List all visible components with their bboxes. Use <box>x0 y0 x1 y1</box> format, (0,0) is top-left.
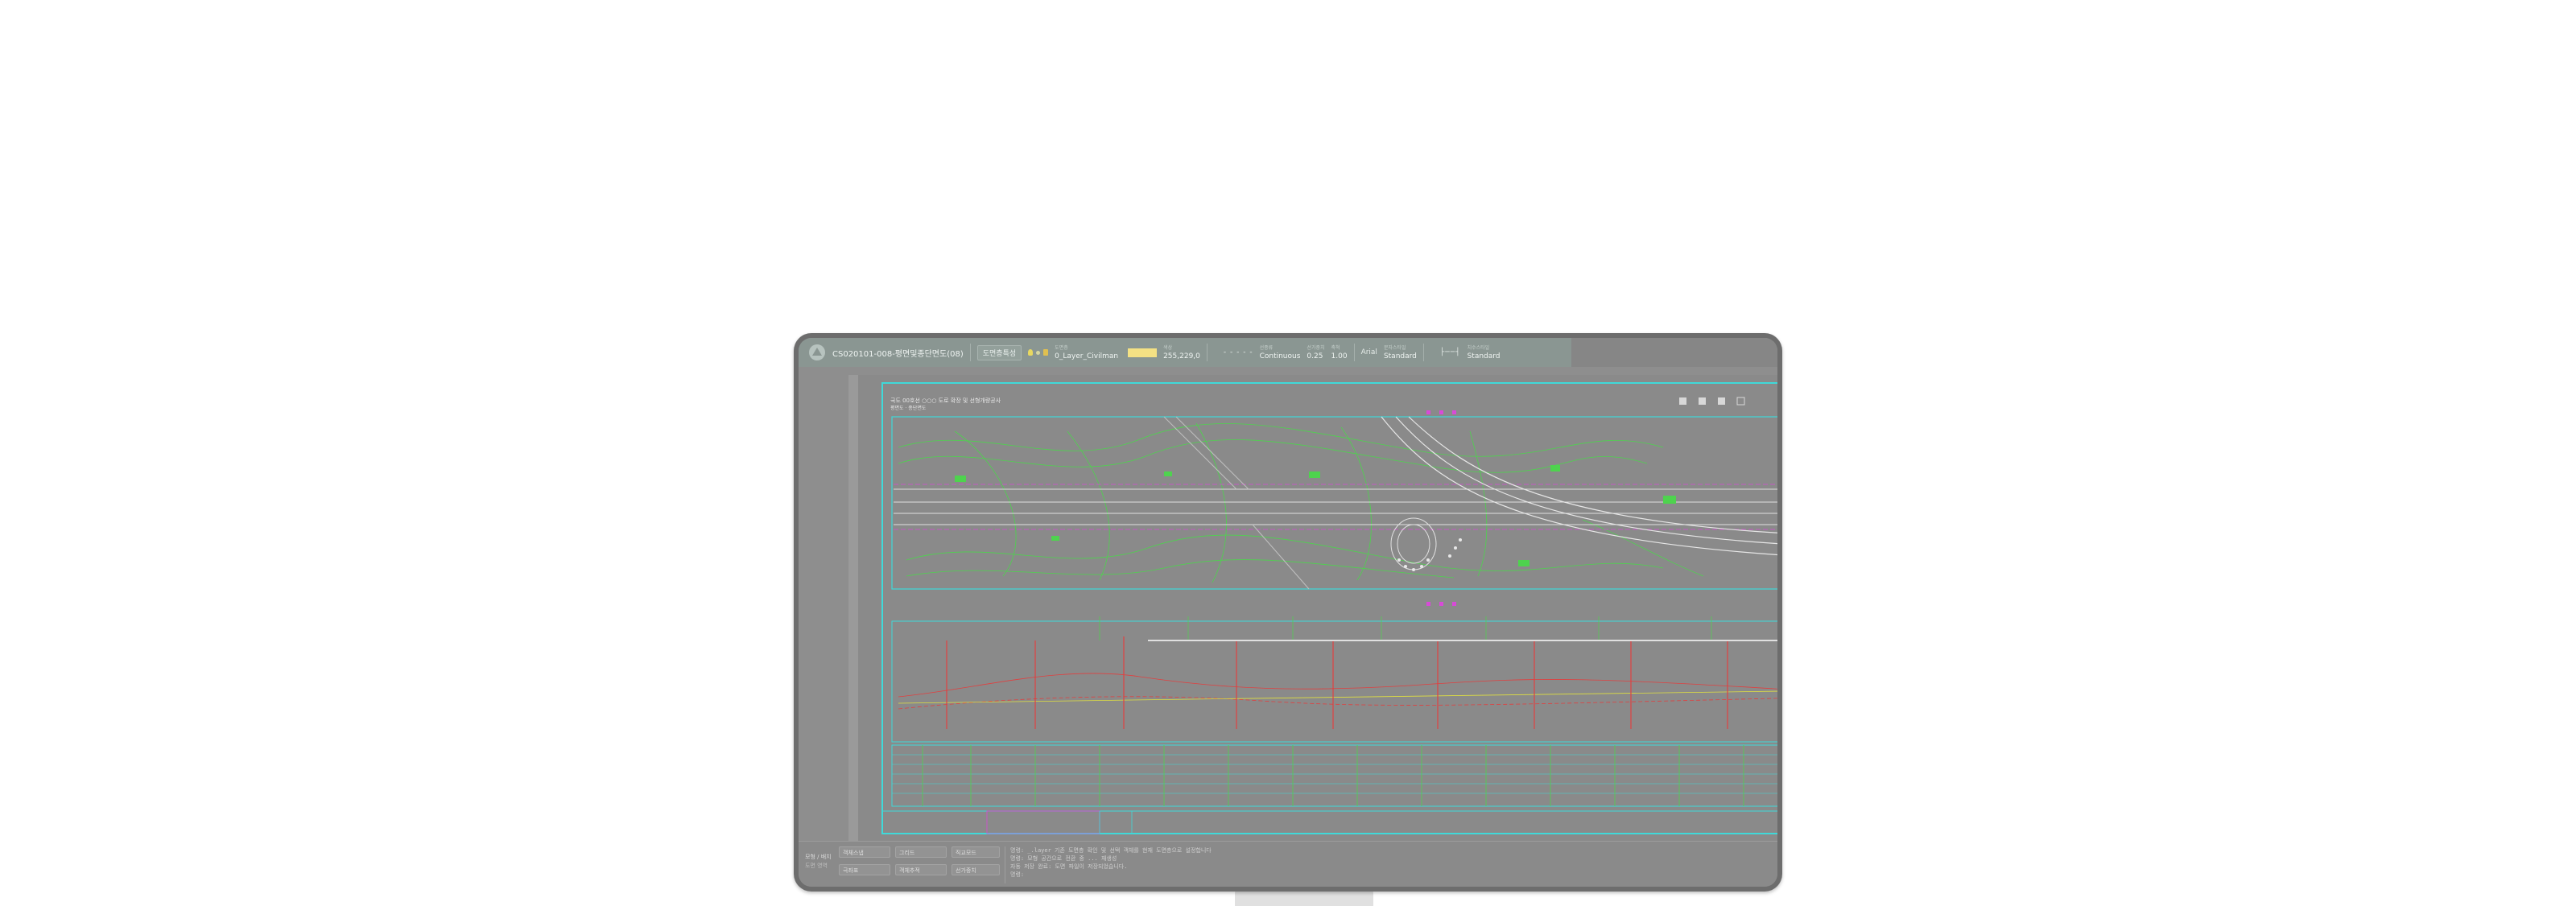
data-table-rows <box>892 754 1777 794</box>
contour-lines <box>898 422 1704 583</box>
lineweight-value: 0.25 <box>1307 352 1323 360</box>
text-style-caption: 문자스타일 <box>1383 345 1406 351</box>
command-history-line: 자동 저장 완료: 도면 파일이 저장되었습니다. <box>1010 863 1128 870</box>
profile-view-frame <box>891 620 1777 743</box>
divider <box>1206 344 1208 361</box>
dim-style-dropdown[interactable]: 치수스타일 Standard <box>1468 344 1501 360</box>
command-prompt[interactable]: 명령: <box>1010 871 1777 879</box>
data-table-frame <box>891 744 1777 807</box>
interchange-loop <box>1390 517 1437 570</box>
cad-application-window: CS020101-008-평면및종단면도(08) 도면층특성 도면층 0_Lay… <box>799 338 1777 887</box>
window-icon <box>1718 397 1725 405</box>
dim-style-icon: ├──┤ <box>1439 348 1461 356</box>
layer-properties-button[interactable]: 도면층특성 <box>976 344 1022 360</box>
ortho-button[interactable]: 직교모드 <box>952 846 1000 858</box>
title-block <box>881 810 1777 834</box>
divider <box>1353 344 1355 361</box>
lock-icon[interactable] <box>1043 349 1049 356</box>
command-history-line: 명령: 모형 공간으로 전환 중 ... 재생성 <box>1010 855 1117 862</box>
grid-button[interactable]: 그리드 <box>895 846 947 858</box>
layer-value: 0_Layer_Civilman <box>1055 352 1119 360</box>
data-table-columns <box>922 745 1744 806</box>
horizontal-ruler <box>848 367 1777 375</box>
sheet-frame <box>881 382 1777 834</box>
font-label: Arial <box>1360 348 1377 356</box>
linetype-pattern: - - - - - <box>1223 348 1253 356</box>
command-history-line: 명령: _.layer 기존 도면층 확인 및 선택 객체를 현재 도면층으로 … <box>1010 847 1212 854</box>
lineweight-dropdown[interactable]: 선가중치 0.25 <box>1307 344 1324 360</box>
scale-value: 1.00 <box>1331 352 1348 360</box>
divider <box>969 344 971 361</box>
drawing-title: 국도 00호선 ○○○ 도로 확장 및 선형개량공사 <box>890 397 1001 404</box>
lineweight-button[interactable]: 선가중치 <box>952 864 1000 875</box>
sun-icon[interactable] <box>1036 350 1041 355</box>
road-boundary <box>894 484 1777 530</box>
text-style-value: Standard <box>1383 352 1417 360</box>
file-title: CS020101-008-평면및종단면도(08) <box>832 349 964 359</box>
annotation-clusters <box>955 465 1676 566</box>
frame-icon <box>1736 397 1745 406</box>
color-dropdown[interactable]: 색상 255,229,0 <box>1163 344 1200 360</box>
layer-caption: 도면층 <box>1055 345 1068 351</box>
title-block-cell <box>986 810 1100 834</box>
lineweight-caption: 선가중치 <box>1307 345 1325 351</box>
scale-dropdown[interactable]: 축척 1.00 <box>1331 344 1348 360</box>
profile-stations <box>946 636 1728 729</box>
lightbulb-icon[interactable] <box>1028 349 1034 356</box>
grid-icon <box>1699 397 1706 405</box>
cad-drawing[interactable]: 국도 00호선 ○○○ 도로 확장 및 선형개량공사 평면도 · 종단면도 <box>858 375 1777 842</box>
color-caption: 색상 <box>1163 345 1173 351</box>
left-tool-panel <box>799 367 848 842</box>
divider <box>1422 344 1424 361</box>
profile-labels <box>1099 616 1712 640</box>
mode-label: 모형 / 배치 <box>805 854 832 860</box>
otrack-button[interactable]: 객체추적 <box>895 864 947 875</box>
cross-roads <box>1163 416 1310 590</box>
linetype-caption: 선종류 <box>1259 345 1274 351</box>
command-line[interactable]: 명령: _.layer 기존 도면층 확인 및 선택 객체를 현재 도면층으로 … <box>1005 846 1777 883</box>
app-logo-icon[interactable] <box>805 343 829 362</box>
dim-style-caption: 치수스타일 <box>1467 345 1490 351</box>
linetype-dropdown[interactable]: 선종류 Continuous <box>1260 344 1301 360</box>
linetype-value: Continuous <box>1259 352 1301 360</box>
print-icon <box>1679 397 1686 405</box>
color-swatch[interactable] <box>1128 348 1158 357</box>
curved-ramp <box>1381 416 1777 556</box>
layer-dropdown[interactable]: 도면층 0_Layer_Civilman <box>1055 344 1118 360</box>
dim-style-value: Standard <box>1467 352 1501 360</box>
monitor-stand <box>1235 890 1373 906</box>
monitor-frame: CS020101-008-평면및종단면도(08) 도면층특성 도면층 0_Lay… <box>794 333 1782 892</box>
drawing-subtitle: 평면도 · 종단면도 <box>890 405 927 411</box>
polar-button[interactable]: 극좌표 <box>839 864 890 875</box>
profile-ground-line <box>898 673 1777 710</box>
status-bar: 모형 / 배치 도면 영역 객체스냅 그리드 직교모드 극좌표 객체추적 선가중… <box>799 841 1777 887</box>
text-style-dropdown[interactable]: 문자스타일 Standard <box>1384 344 1417 360</box>
drawing-canvas[interactable]: 국도 00호선 ○○○ 도로 확장 및 선형개량공사 평면도 · 종단면도 <box>858 375 1777 842</box>
mode-sub-label: 도면 영역 <box>805 863 828 869</box>
osnap-button[interactable]: 객체스냅 <box>839 846 890 858</box>
mode-indicator[interactable]: 모형 / 배치 도면 영역 <box>805 853 832 871</box>
ribbon-empty-area <box>1571 338 1777 367</box>
scale-caption: 축척 <box>1331 345 1340 351</box>
color-value: 255,229,0 <box>1163 352 1200 360</box>
